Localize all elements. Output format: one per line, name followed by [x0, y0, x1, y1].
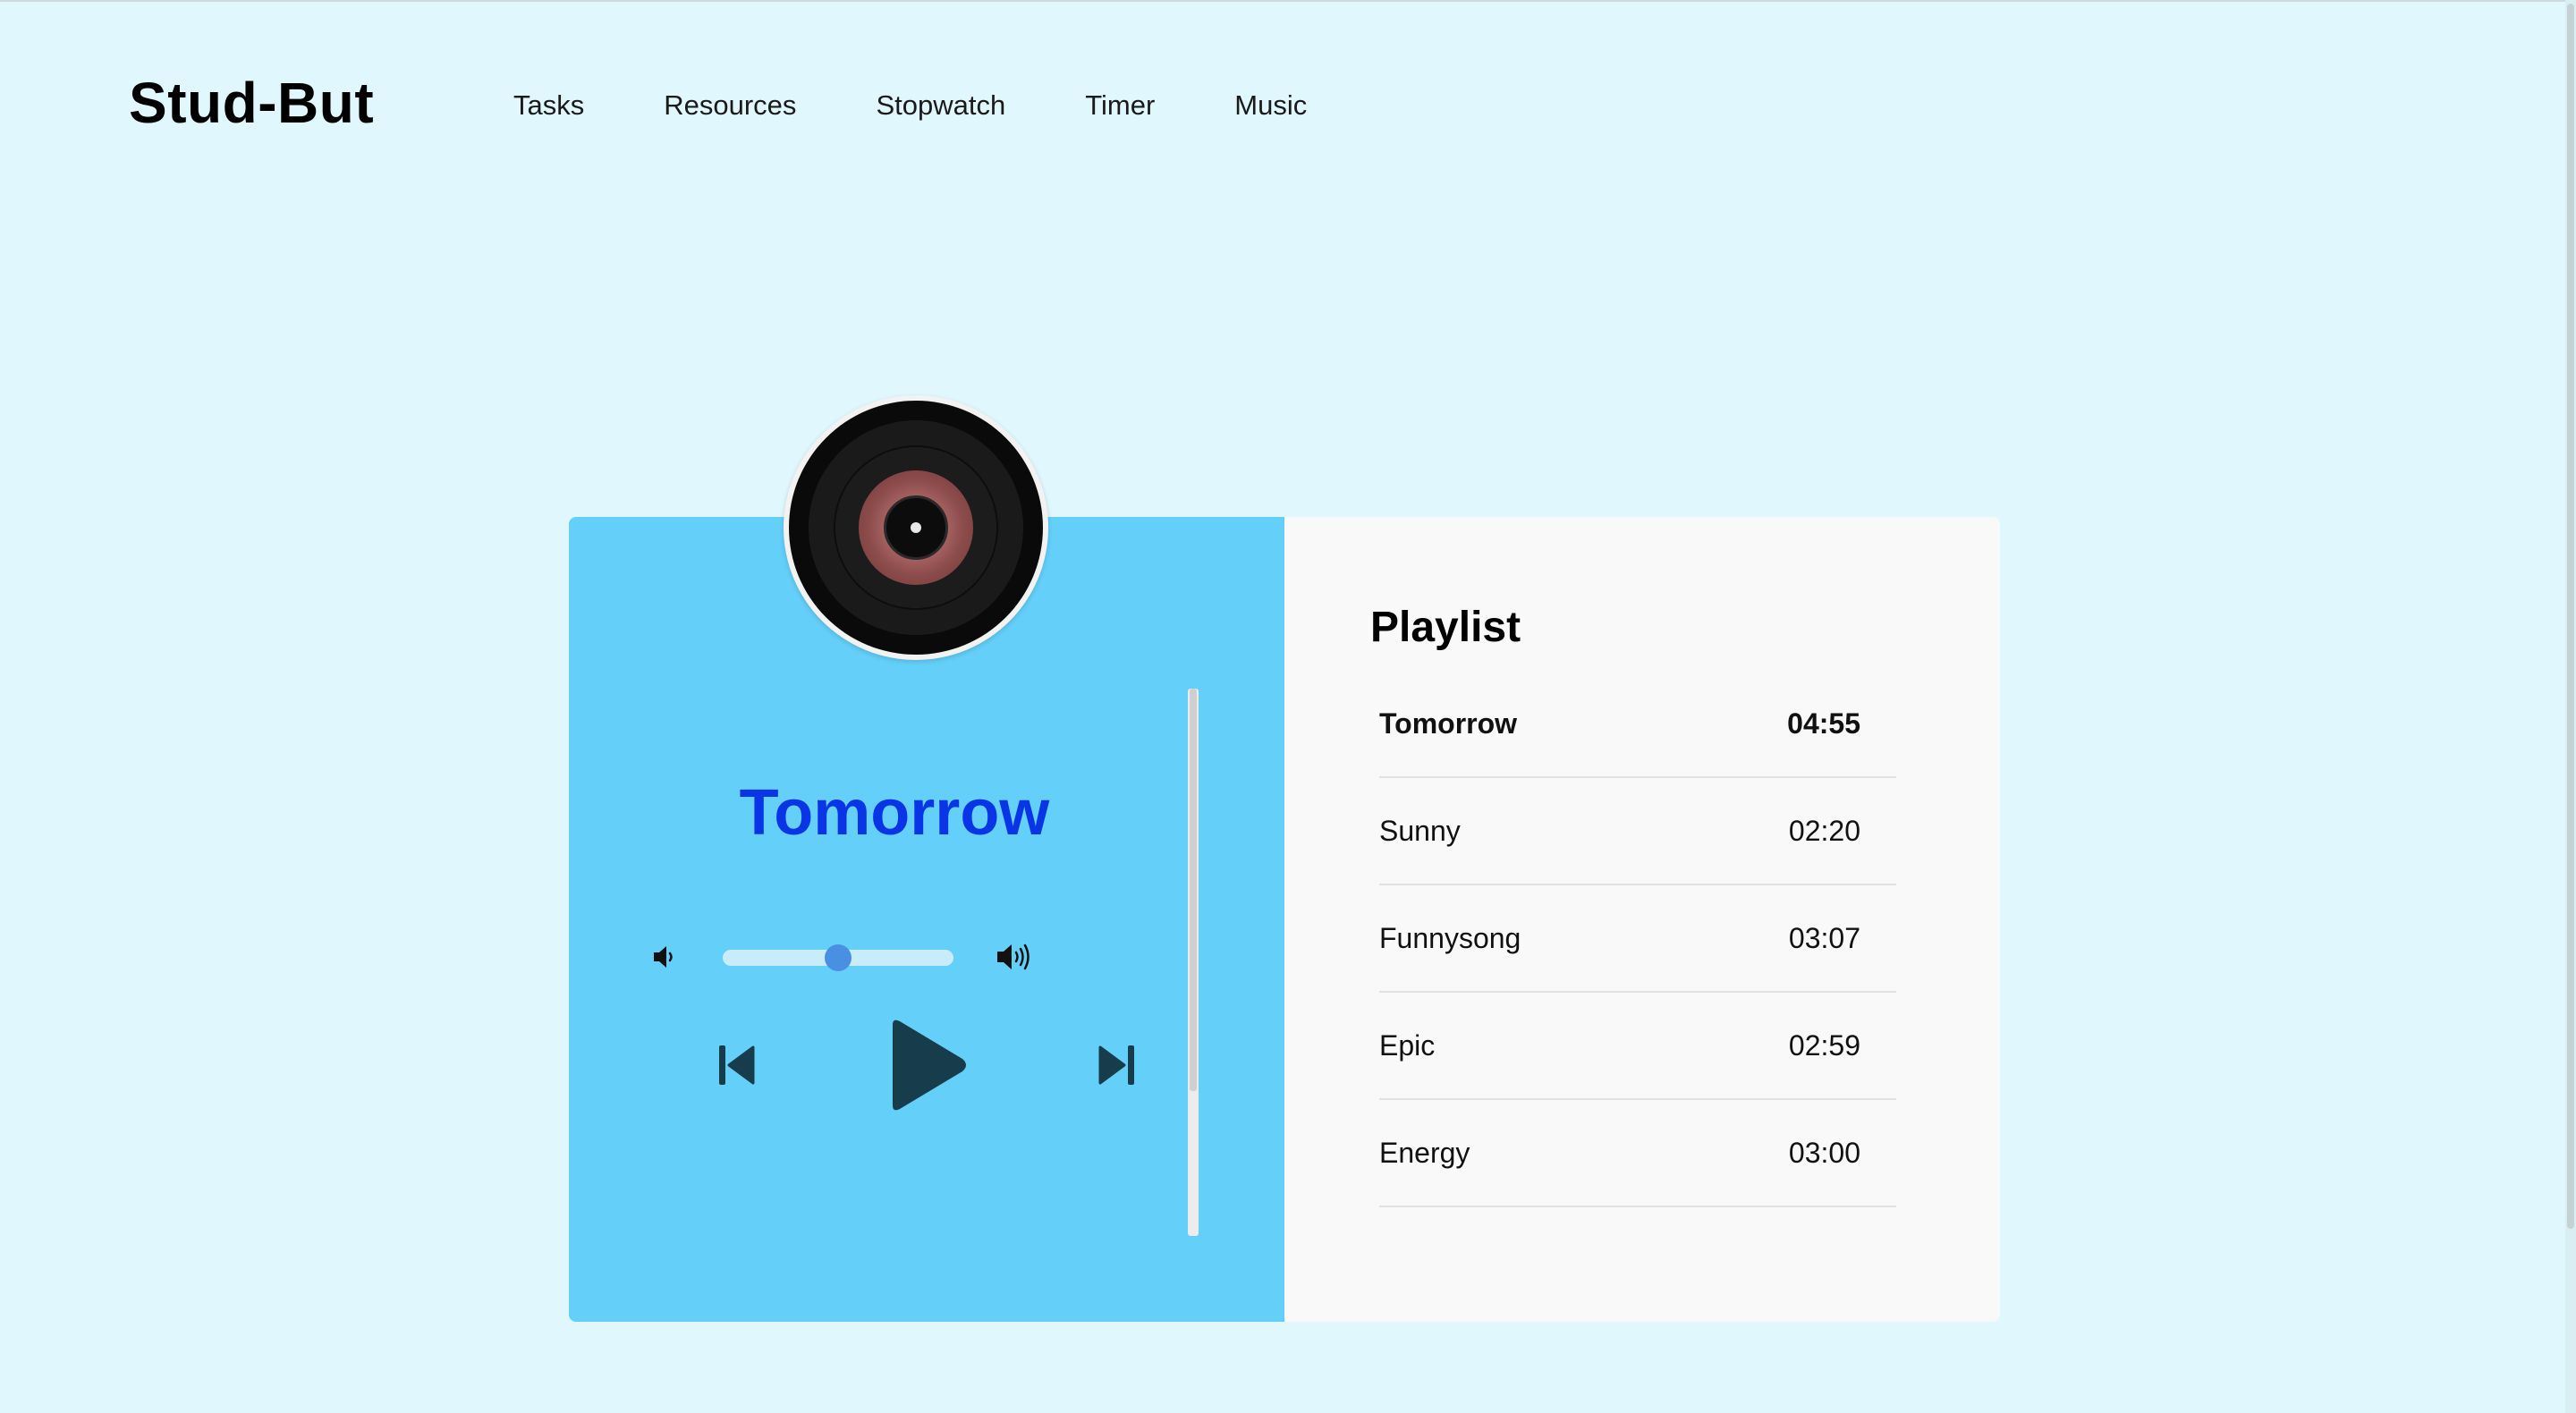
music-card: Tomorrow Playlist Tomorrow 04:55 Sunny 0… [569, 395, 2000, 1322]
song-duration: 03:00 [1788, 1136, 1860, 1169]
playlist-list[interactable]: Tomorrow 04:55 Sunny 02:20 Funnysong 03:… [1379, 671, 1896, 1207]
song-name: Epic [1379, 1028, 1436, 1062]
nav-item-stopwatch[interactable]: Stopwatch [876, 89, 1005, 122]
playlist-item[interactable]: Funnysong 03:07 [1379, 885, 1896, 993]
playlist-item[interactable]: Sunny 02:20 [1379, 778, 1896, 885]
volume-low-icon[interactable] [651, 943, 680, 971]
volume-slider-knob[interactable] [825, 944, 852, 971]
next-button[interactable] [1098, 1043, 1136, 1087]
main-nav: Tasks Resources Stopwatch Timer Music [513, 89, 1386, 122]
skip-next-icon [1098, 1045, 1126, 1085]
song-name: Energy [1379, 1136, 1470, 1169]
vinyl-record-image [789, 401, 1043, 655]
player-panel: Tomorrow [569, 395, 1284, 1322]
song-name: Sunny [1379, 814, 1461, 847]
song-duration: 02:20 [1788, 814, 1860, 847]
page-scrollbar-thumb[interactable] [2567, 4, 2574, 1229]
volume-slider[interactable] [723, 944, 953, 971]
song-name: Tomorrow [1379, 706, 1518, 740]
logo: Stud-But [129, 71, 375, 135]
playlist-item[interactable]: Epic 02:59 [1379, 993, 1896, 1100]
playlist-panel: Playlist Tomorrow 04:55 Sunny 02:20 Funn… [1284, 517, 2000, 1322]
playlist-item[interactable]: Energy 03:00 [1379, 1100, 1896, 1207]
song-duration: 03:07 [1788, 921, 1860, 954]
playlist-scrollbar-thumb[interactable] [1190, 689, 1197, 1091]
skip-previous-icon [719, 1045, 725, 1085]
vinyl-hole [911, 522, 921, 533]
song-duration: 04:55 [1787, 706, 1860, 740]
vinyl-disc [784, 395, 1048, 660]
play-button[interactable] [880, 1016, 973, 1114]
previous-button[interactable] [717, 1043, 755, 1087]
volume-high-icon[interactable] [995, 941, 1034, 973]
play-icon [893, 1020, 966, 1111]
nav-item-tasks[interactable]: Tasks [513, 89, 584, 122]
playlist-scrollbar[interactable] [1188, 689, 1199, 1236]
nav-item-timer[interactable]: Timer [1085, 89, 1155, 122]
page-scrollbar[interactable] [2565, 0, 2576, 1413]
playlist-item[interactable]: Tomorrow 04:55 [1379, 671, 1896, 778]
top-border [0, 0, 2576, 2]
nav-item-resources[interactable]: Resources [664, 89, 796, 122]
playlist-title: Playlist [1370, 604, 1521, 651]
current-song-title: Tomorrow [739, 777, 1050, 849]
nav-item-music[interactable]: Music [1234, 89, 1307, 122]
song-name: Funnysong [1379, 921, 1521, 954]
song-duration: 02:59 [1788, 1028, 1860, 1062]
